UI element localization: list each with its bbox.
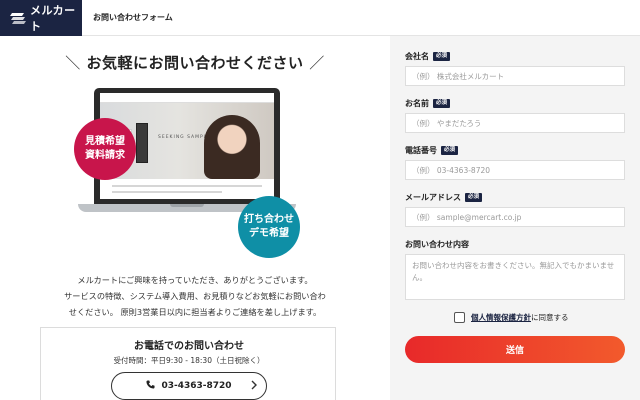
phone-label: 電話番号 必須 xyxy=(405,144,625,156)
contact-form: 会社名 必須 お名前 必須 電話番号 必須 メールアドレス 必須 お問い合わせ内… xyxy=(390,36,640,400)
privacy-checkbox[interactable] xyxy=(454,312,465,323)
phone-contact-title: お電話でのお問い合わせ xyxy=(134,341,244,352)
intro-section: ＼ お気軽にお問い合わせください ／ SEEKING SAMPLE SHOP 見… xyxy=(0,36,390,400)
model-photo xyxy=(204,115,260,179)
privacy-policy-link[interactable]: 個人情報保護方針 xyxy=(471,312,531,323)
badge-text: 資料請求 xyxy=(85,150,125,161)
product-bottle-image xyxy=(136,123,148,163)
chevron-right-icon xyxy=(251,380,257,393)
badge-text: デモ希望 xyxy=(249,228,289,239)
company-field-group: 会社名 必須 xyxy=(405,50,625,86)
email-input[interactable] xyxy=(405,207,625,227)
email-label: メールアドレス 必須 xyxy=(405,191,625,203)
screen-nav xyxy=(100,93,274,103)
logo-text: メルカート xyxy=(30,4,76,33)
logo[interactable]: メルカート xyxy=(0,0,82,36)
phone-contact-hours: 受付時間：平日9:30 - 18:30（土日祝除く） xyxy=(113,356,265,365)
badge-text: 見積希望 xyxy=(85,136,125,147)
badge-text: 打ち合わせ xyxy=(244,214,294,225)
required-badge: 必須 xyxy=(433,98,451,108)
headline: ＼ お気軽にお問い合わせください ／ xyxy=(0,52,390,73)
submit-button[interactable]: 送信 xyxy=(405,336,625,363)
screen-footer-strip xyxy=(100,179,274,199)
intro-line: せください。 原則3営業日以内に担当者よりご連絡を差し上げます。 xyxy=(68,307,322,317)
privacy-agree[interactable]: 個人情報保護方針 に同意する xyxy=(454,312,569,323)
message-textarea[interactable] xyxy=(405,254,625,300)
logo-mark-icon xyxy=(10,11,26,25)
required-badge: 必須 xyxy=(465,192,483,202)
message-label: お問い合わせ内容 xyxy=(405,238,625,250)
name-label: お名前 必須 xyxy=(405,97,625,109)
headline-slash-left: ＼ xyxy=(65,54,81,72)
header: メルカート お問い合わせフォーム xyxy=(0,0,640,36)
email-label-text: メールアドレス xyxy=(405,192,461,202)
headline-slash-right: ／ xyxy=(309,54,325,72)
message-field-group: お問い合わせ内容 xyxy=(405,238,625,304)
phone-number: 03-4363-8720 xyxy=(161,381,232,391)
message-label-text: お問い合わせ内容 xyxy=(405,239,469,249)
required-badge: 必須 xyxy=(433,51,451,61)
intro-text: メルカートにご興味を持っていただき、ありがとうございます。 サービスの特徴、シス… xyxy=(36,272,354,320)
company-label: 会社名 必須 xyxy=(405,50,625,62)
phone-field-group: 電話番号 必須 xyxy=(405,144,625,180)
phone-icon xyxy=(146,380,156,392)
laptop-notch xyxy=(170,204,204,207)
phone-label-text: 電話番号 xyxy=(405,145,437,155)
phone-input[interactable] xyxy=(405,160,625,180)
email-field-group: メールアドレス 必須 xyxy=(405,191,625,227)
badge-quote-request: 見積希望 資料請求 xyxy=(74,118,136,180)
name-label-text: お名前 xyxy=(405,98,429,108)
headline-text: お気軽にお問い合わせください xyxy=(86,54,304,72)
name-input[interactable] xyxy=(405,113,625,133)
company-input[interactable] xyxy=(405,66,625,86)
agree-suffix: に同意する xyxy=(531,313,569,322)
required-badge: 必須 xyxy=(441,145,459,155)
phone-contact-box: お電話でのお問い合わせ 受付時間：平日9:30 - 18:30（土日祝除く） 0… xyxy=(40,327,336,400)
intro-line: サービスの特徴、システム導入費用、お見積りなどお気軽にお問い合わ xyxy=(64,291,326,301)
badge-demo-request: 打ち合わせ デモ希望 xyxy=(238,196,300,258)
company-label-text: 会社名 xyxy=(405,51,429,61)
page-title: お問い合わせフォーム xyxy=(93,13,173,22)
phone-call-button[interactable]: 03-4363-8720 xyxy=(111,372,267,400)
intro-line: メルカートにご興味を持っていただき、ありがとうございます。 xyxy=(77,275,313,285)
name-field-group: お名前 必須 xyxy=(405,97,625,133)
